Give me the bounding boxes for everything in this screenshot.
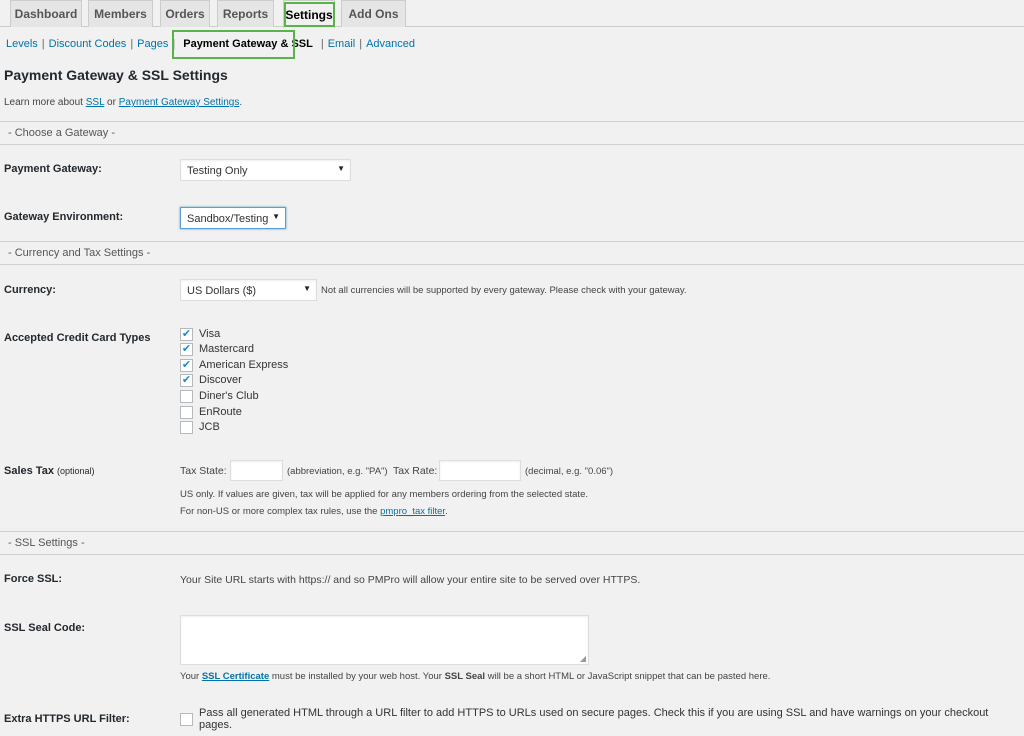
section-choose-gateway: - Choose a Gateway -	[0, 121, 1024, 145]
currency-select[interactable]: US Dollars ($) ▼	[180, 279, 317, 301]
checkbox-checked[interactable]: ✔	[180, 342, 193, 356]
section-currency-tax: - Currency and Tax Settings -	[0, 241, 1024, 265]
https-filter-text: Pass all generated HTML through a URL fi…	[199, 707, 989, 731]
subnav-email[interactable]: Email	[328, 38, 356, 50]
card-label: American Express	[199, 359, 289, 371]
subnav-discount-codes[interactable]: Discount Codes	[49, 38, 127, 50]
tax-rate-label: Tax Rate:	[393, 465, 438, 477]
filter-note-suffix: .	[445, 506, 448, 517]
learn-prefix: Learn more about	[4, 97, 83, 108]
card-option-mastercard[interactable]: ✔ Mastercard	[180, 342, 254, 356]
ssl-seal-note: Your SSL Certificate must be installed b…	[180, 671, 770, 682]
resize-grip-icon[interactable]: ◢	[580, 654, 586, 663]
checkbox-unchecked[interactable]	[180, 420, 193, 434]
page-title: Payment Gateway & SSL Settings	[4, 67, 228, 83]
sales-tax-note: US only. If values are given, tax will b…	[180, 489, 588, 500]
card-option-enroute[interactable]: EnRoute	[180, 405, 242, 419]
sales-tax-filter-note: For non-US or more complex tax rules, us…	[180, 506, 448, 517]
tax-rate-hint: (decimal, e.g. "0.06")	[525, 466, 614, 477]
tab-members[interactable]: Members	[88, 0, 153, 27]
subnav-separator: |	[359, 38, 363, 50]
tax-state-hint: (abbreviation, e.g. "PA")	[287, 466, 388, 477]
card-option-discover[interactable]: ✔ Discover	[180, 373, 242, 387]
sales-tax-title: Sales Tax	[4, 465, 54, 477]
subnav-pages[interactable]: Pages	[137, 38, 168, 50]
chevron-down-icon: ▼	[337, 164, 345, 173]
tax-rate-input[interactable]	[439, 460, 521, 481]
card-label: Mastercard	[199, 343, 255, 355]
sales-tax-label: Sales Tax (optional)	[4, 465, 95, 477]
card-label: Visa	[199, 328, 221, 340]
seal-note-suffix: will be a short HTML or JavaScript snipp…	[487, 671, 771, 682]
nav-tab-bar: Dashboard Members Orders Reports Setting…	[0, 0, 1024, 28]
payment-gateway-value: Testing Only	[187, 165, 248, 177]
checkbox-unchecked[interactable]	[180, 405, 193, 419]
card-label: Diner's Club	[199, 390, 259, 402]
checkbox-unchecked[interactable]	[180, 389, 193, 403]
currency-note: Not all currencies will be supported by …	[321, 285, 687, 296]
card-option-amex[interactable]: ✔ American Express	[180, 358, 288, 372]
card-label: Discover	[199, 374, 242, 386]
chevron-down-icon: ▼	[303, 284, 311, 293]
ssl-seal-label: SSL Seal Code:	[4, 622, 86, 634]
chevron-down-icon: ▼	[272, 212, 280, 221]
subnav-levels[interactable]: Levels	[6, 38, 38, 50]
checkbox-checked[interactable]: ✔	[180, 327, 193, 341]
card-option-jcb[interactable]: JCB	[180, 420, 220, 434]
https-filter-checkbox[interactable]	[180, 712, 193, 726]
tab-settings[interactable]: Settings	[283, 0, 335, 28]
payment-gateway-label: Payment Gateway:	[4, 163, 102, 175]
learn-more-text: Learn more about SSL or Payment Gateway …	[4, 97, 242, 108]
filter-note-prefix: For non-US or more complex tax rules, us…	[180, 506, 378, 517]
subnav-separator: |	[320, 38, 324, 50]
subnav-payment-gateway[interactable]: Payment Gateway & SSL	[183, 38, 313, 50]
card-option-diners[interactable]: Diner's Club	[180, 389, 259, 403]
force-ssl-label: Force SSL:	[4, 573, 63, 585]
seal-note-prefix: Your	[180, 671, 200, 682]
https-filter-label: Extra HTTPS URL Filter:	[4, 713, 130, 725]
gateway-settings-link[interactable]: Payment Gateway Settings	[119, 97, 240, 108]
tax-state-input[interactable]	[230, 460, 283, 481]
gateway-environment-label: Gateway Environment:	[4, 211, 124, 223]
tab-dashboard[interactable]: Dashboard	[10, 0, 82, 27]
ssl-link[interactable]: SSL	[86, 97, 105, 108]
settings-subnav: Levels | Discount Codes | Pages | Payment Gate…	[6, 38, 415, 50]
pmpro-tax-filter-link[interactable]: pmpro_tax filter	[380, 506, 445, 517]
seal-note-bold: SSL Seal	[444, 671, 486, 682]
payment-gateway-select[interactable]: Testing Only ▼	[180, 159, 351, 181]
currency-label: Currency:	[4, 284, 56, 296]
currency-value: US Dollars ($)	[187, 285, 257, 297]
tab-add-ons[interactable]: Add Ons	[341, 0, 406, 27]
force-ssl-text: Your Site URL starts with https:// and s…	[180, 574, 641, 586]
section-ssl: - SSL Settings -	[0, 531, 1024, 555]
subnav-advanced[interactable]: Advanced	[366, 38, 415, 50]
learn-or: or	[107, 97, 116, 108]
subnav-separator: |	[130, 38, 134, 50]
gateway-environment-value: Sandbox/Testing	[187, 213, 269, 225]
card-label: JCB	[199, 421, 220, 433]
card-option-visa[interactable]: ✔ Visa	[180, 327, 220, 341]
optional-hint: (optional)	[57, 466, 95, 476]
gateway-environment-select[interactable]: Sandbox/Testing ▼	[180, 207, 286, 229]
tab-orders[interactable]: Orders	[160, 0, 210, 27]
tab-reports[interactable]: Reports	[217, 0, 274, 27]
card-label: EnRoute	[199, 406, 242, 418]
subnav-separator: |	[172, 38, 176, 50]
https-filter-option[interactable]: Pass all generated HTML through a URL fi…	[180, 707, 1024, 731]
seal-note-mid: must be installed by your web host. Your	[271, 671, 442, 682]
tax-state-label: Tax State:	[180, 465, 227, 477]
ssl-seal-textarea[interactable]: ◢	[180, 615, 589, 665]
checkbox-checked[interactable]: ✔	[180, 373, 193, 387]
credit-card-types-label: Accepted Credit Card Types	[4, 332, 151, 344]
learn-suffix: .	[239, 97, 243, 108]
checkbox-checked[interactable]: ✔	[180, 358, 193, 372]
subnav-separator: |	[41, 38, 45, 50]
ssl-certificate-link[interactable]: SSL Certificate	[202, 671, 269, 682]
